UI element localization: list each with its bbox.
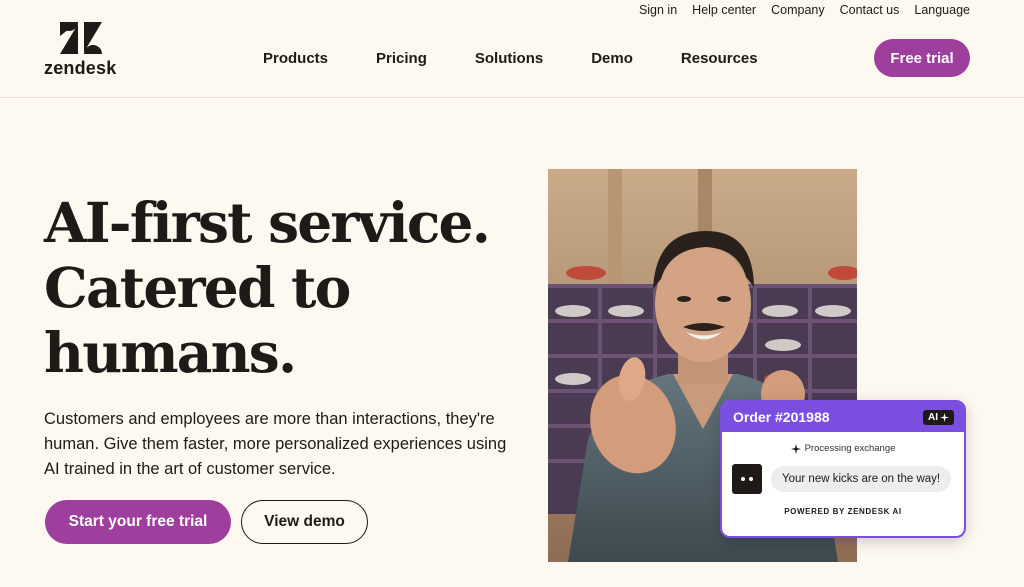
hero-title-line-2: Catered to xyxy=(44,255,351,320)
chat-card: Order #201988 AI Processing exchange You… xyxy=(720,400,966,538)
start-free-trial-button[interactable]: Start your free trial xyxy=(45,500,231,544)
sparkle-icon xyxy=(940,412,949,422)
logo-wordmark: zendesk xyxy=(44,58,117,78)
util-link-company[interactable]: Company xyxy=(771,3,825,17)
nav-item-solutions[interactable]: Solutions xyxy=(475,50,543,67)
processing-status: Processing exchange xyxy=(722,443,964,454)
zendesk-logo-icon xyxy=(60,22,102,54)
nav-item-pricing[interactable]: Pricing xyxy=(376,50,427,67)
order-number: Order #201988 xyxy=(733,409,830,425)
nav-item-demo[interactable]: Demo xyxy=(591,50,633,67)
chat-card-header: Order #201988 AI xyxy=(722,402,964,432)
free-trial-button[interactable]: Free trial xyxy=(874,39,970,77)
chat-message-row: Your new kicks are on the way! xyxy=(722,464,964,494)
sparkle-icon xyxy=(790,443,801,454)
hero-subtitle: Customers and employees are more than in… xyxy=(44,410,507,478)
hero-title-line-1: AI-first service. xyxy=(44,190,491,255)
util-link-sign-in[interactable]: Sign in xyxy=(639,3,677,17)
processing-status-text: Processing exchange xyxy=(804,443,896,454)
main-nav: Products Pricing Solutions Demo Resource… xyxy=(263,50,758,67)
zendesk-logo[interactable]: zendesk xyxy=(44,22,120,78)
util-link-language[interactable]: Language xyxy=(914,3,970,17)
bot-avatar xyxy=(732,464,762,494)
hero-title: AI-first service. Catered to humans. xyxy=(44,190,514,385)
view-demo-button[interactable]: View demo xyxy=(241,500,368,544)
ai-badge-label: AI xyxy=(928,411,938,423)
util-link-contact-us[interactable]: Contact us xyxy=(840,3,900,17)
hero-title-line-3: humans. xyxy=(44,320,297,385)
site-header: zendesk Sign in Help center Company Cont… xyxy=(0,0,1024,98)
util-link-help-center[interactable]: Help center xyxy=(692,3,756,17)
utility-nav: Sign in Help center Company Contact us L… xyxy=(639,3,970,17)
nav-item-products[interactable]: Products xyxy=(263,50,328,67)
ai-badge: AI xyxy=(923,409,954,425)
nav-item-resources[interactable]: Resources xyxy=(681,50,758,67)
chat-message-bubble: Your new kicks are on the way! xyxy=(771,466,952,492)
powered-by-label: POWERED BY ZENDESK AI xyxy=(784,507,902,516)
